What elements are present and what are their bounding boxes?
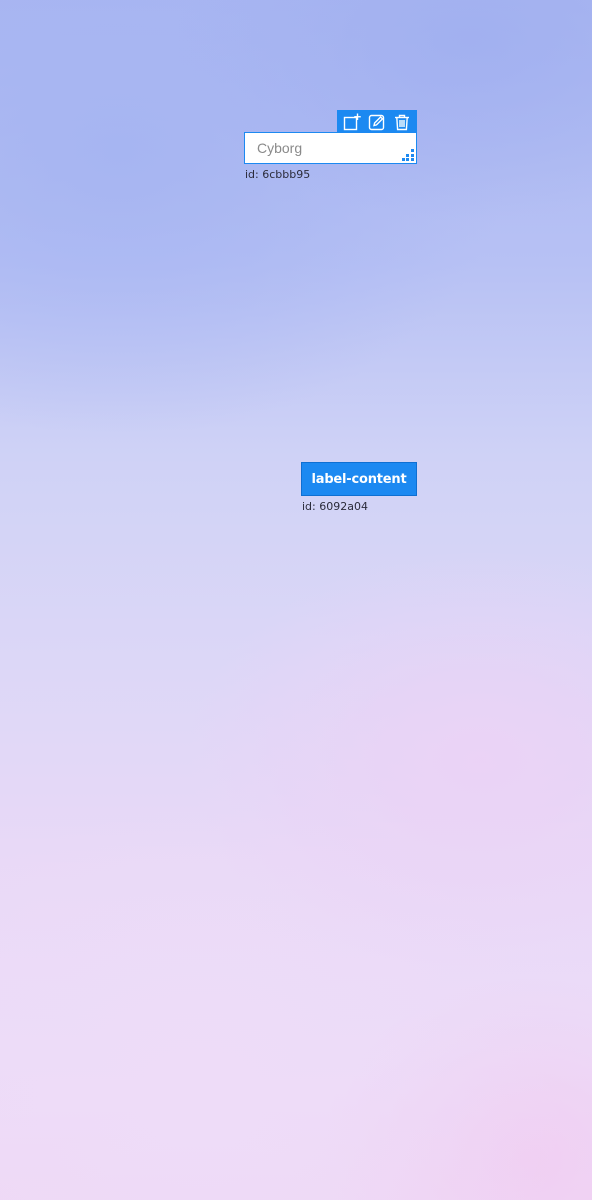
widget-toolbar xyxy=(337,110,417,133)
text-input[interactable] xyxy=(245,133,416,163)
canvas: { "widgets": [ { "kind": "input", "place… xyxy=(0,0,592,1200)
add-icon[interactable] xyxy=(341,111,363,133)
edit-icon[interactable] xyxy=(366,111,388,133)
widget-id-label: id: 6cbbb95 xyxy=(245,168,311,181)
widget-id-label: id: 6092a04 xyxy=(302,500,368,513)
input-widget xyxy=(244,132,417,164)
label-content-button[interactable]: label-content xyxy=(301,462,417,496)
resize-handle[interactable] xyxy=(402,149,414,161)
delete-icon[interactable] xyxy=(391,111,413,133)
